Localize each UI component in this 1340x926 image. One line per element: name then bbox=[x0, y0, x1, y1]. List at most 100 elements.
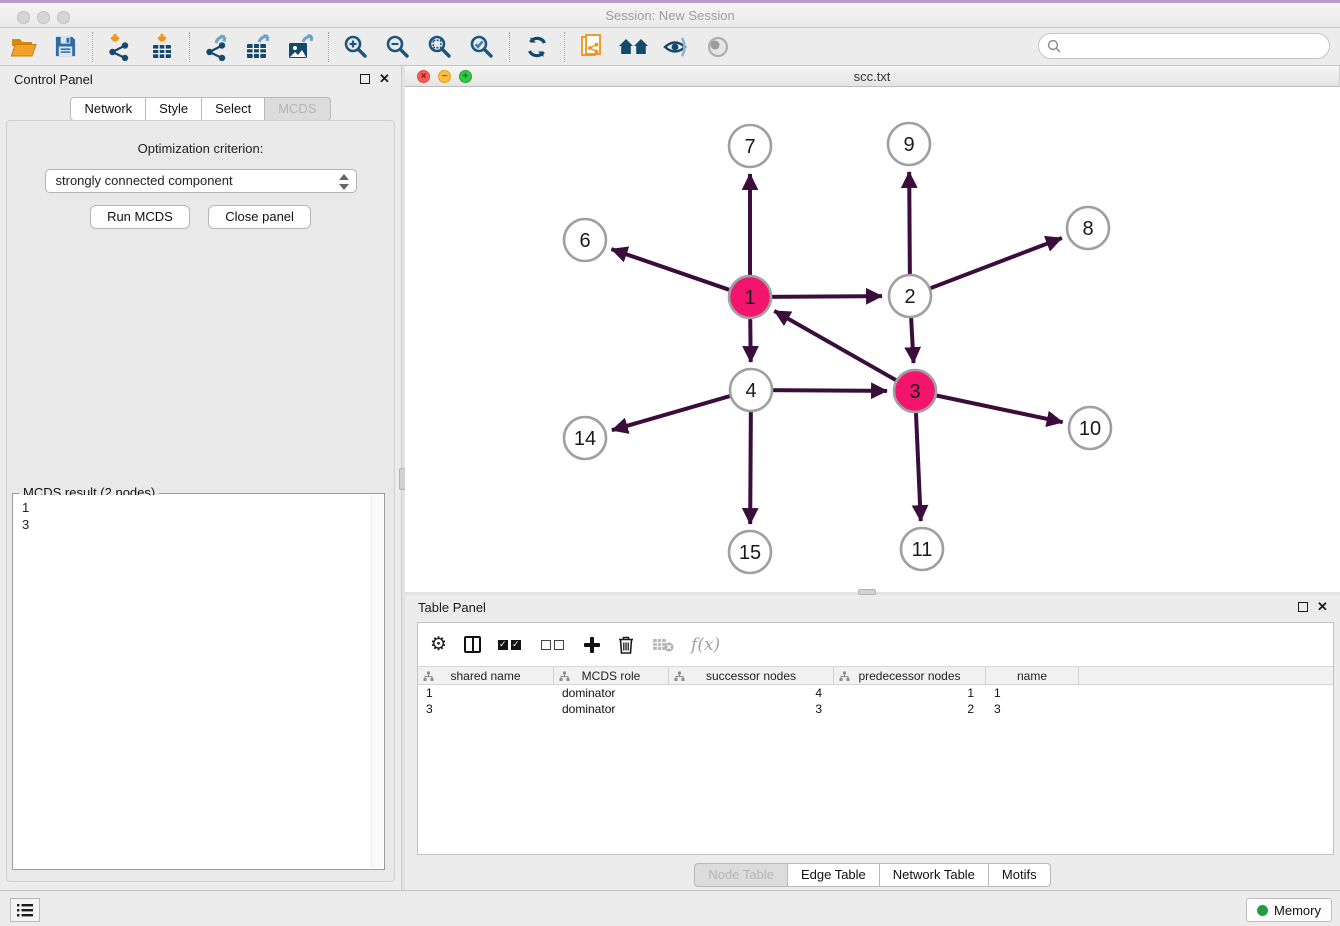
run-mcds-button[interactable]: Run MCDS bbox=[90, 205, 190, 229]
zoom-fit-icon[interactable] bbox=[423, 32, 457, 62]
table-row[interactable]: 3dominator323 bbox=[418, 701, 1333, 717]
svg-text:9: 9 bbox=[903, 134, 914, 156]
graph-edge-4-3[interactable] bbox=[768, 390, 887, 391]
deselect-all-icon[interactable] bbox=[541, 633, 567, 657]
graph-node-6[interactable]: 6 bbox=[564, 219, 606, 261]
tab-style[interactable]: Style bbox=[145, 97, 202, 121]
show-columns-icon[interactable] bbox=[464, 633, 481, 657]
float-table-panel-icon[interactable] bbox=[1298, 602, 1308, 612]
graph-node-1[interactable]: 1 bbox=[729, 276, 771, 318]
ui-console-button[interactable] bbox=[10, 898, 40, 922]
dropdown-stepper-icon bbox=[338, 173, 350, 191]
zoom-selected-icon[interactable] bbox=[465, 32, 499, 62]
table-cell[interactable]: 2 bbox=[834, 701, 986, 717]
memory-button[interactable]: Memory bbox=[1246, 898, 1332, 922]
new-network-from-file-icon[interactable] bbox=[575, 32, 609, 62]
table-cell[interactable]: 3 bbox=[418, 701, 554, 717]
network-window-title: scc.txt bbox=[405, 69, 1339, 84]
float-panel-icon[interactable] bbox=[360, 74, 370, 84]
graph-node-4[interactable]: 4 bbox=[730, 369, 772, 411]
table-cell[interactable]: dominator bbox=[554, 701, 669, 717]
refresh-layout-icon[interactable] bbox=[520, 32, 554, 62]
delete-column-trash-icon[interactable] bbox=[617, 633, 635, 657]
graph-node-15[interactable]: 15 bbox=[729, 531, 771, 573]
tab-network[interactable]: Network bbox=[70, 97, 146, 121]
mcds-result-item[interactable]: 1 bbox=[22, 499, 371, 516]
column-header-successor-nodes[interactable]: successor nodes bbox=[669, 667, 834, 684]
graph-node-8[interactable]: 8 bbox=[1067, 207, 1109, 249]
table-toolbar: ⚙ bbox=[418, 623, 1333, 666]
svg-text:10: 10 bbox=[1079, 418, 1101, 440]
table-cell[interactable]: 3 bbox=[986, 701, 1079, 717]
export-table-icon[interactable] bbox=[242, 32, 276, 62]
svg-text:8: 8 bbox=[1082, 218, 1093, 240]
close-panel-button[interactable]: Close panel bbox=[208, 205, 311, 229]
window-title: Session: New Session bbox=[0, 8, 1340, 23]
svg-text:2: 2 bbox=[904, 286, 915, 308]
table-cell[interactable]: 1 bbox=[418, 685, 554, 701]
table-settings-gear-icon[interactable]: ⚙ bbox=[430, 633, 447, 657]
open-session-icon[interactable] bbox=[6, 32, 40, 62]
table-cell[interactable]: 1 bbox=[834, 685, 986, 701]
function-builder-icon-disabled: f(x) bbox=[691, 633, 720, 657]
inactive-eye-icon bbox=[701, 32, 735, 62]
zoom-out-icon[interactable] bbox=[381, 32, 415, 62]
svg-text:7: 7 bbox=[744, 136, 755, 158]
graph-edge-3-11[interactable] bbox=[916, 408, 921, 521]
tab-network-table[interactable]: Network Table bbox=[879, 863, 989, 887]
graph-edge-2-8[interactable] bbox=[926, 238, 1062, 290]
column-header-name[interactable]: name bbox=[986, 667, 1079, 684]
tab-select[interactable]: Select bbox=[201, 97, 265, 121]
tab-motifs[interactable]: Motifs bbox=[988, 863, 1051, 887]
graph-edge-1-4[interactable] bbox=[750, 314, 751, 362]
graph-edge-4-15[interactable] bbox=[750, 407, 751, 524]
table-cell[interactable]: 4 bbox=[669, 685, 834, 701]
mcds-result-item[interactable]: 3 bbox=[22, 516, 371, 533]
graph-edge-3-10[interactable] bbox=[932, 395, 1063, 423]
import-table-icon[interactable] bbox=[145, 32, 179, 62]
graph-edge-3-1[interactable] bbox=[774, 311, 900, 383]
export-image-icon[interactable] bbox=[284, 32, 318, 62]
network-canvas[interactable]: 7 9 6 8 1 2 4 3 10 14 15 11 bbox=[405, 87, 1340, 592]
graph-node-11[interactable]: 11 bbox=[901, 528, 943, 570]
zoom-in-icon[interactable] bbox=[339, 32, 373, 62]
home-networks-icon[interactable] bbox=[617, 32, 651, 62]
main-toolbar bbox=[0, 28, 1340, 66]
graph-node-2[interactable]: 2 bbox=[889, 275, 931, 317]
svg-text:3: 3 bbox=[909, 381, 920, 403]
tab-mcds[interactable]: MCDS bbox=[264, 97, 330, 121]
close-panel-icon[interactable]: ✕ bbox=[379, 71, 390, 87]
graph-node-10[interactable]: 10 bbox=[1069, 407, 1111, 449]
column-header-predecessor-nodes[interactable]: predecessor nodes bbox=[834, 667, 986, 684]
graph-edge-4-14[interactable] bbox=[612, 395, 735, 431]
graph-node-3[interactable]: 3 bbox=[894, 370, 936, 412]
table-row[interactable]: 1dominator411 bbox=[418, 685, 1333, 701]
search-input[interactable] bbox=[1038, 33, 1330, 59]
graph-node-7[interactable]: 7 bbox=[729, 125, 771, 167]
node-table-container: ⚙ bbox=[417, 622, 1334, 855]
add-column-icon[interactable] bbox=[584, 633, 600, 657]
graph-node-14[interactable]: 14 bbox=[564, 417, 606, 459]
export-network-icon[interactable] bbox=[200, 32, 234, 62]
table-cell[interactable]: dominator bbox=[554, 685, 669, 701]
hide-panels-eye-icon[interactable] bbox=[659, 32, 693, 62]
column-header-shared-name[interactable]: shared name bbox=[418, 667, 554, 684]
column-header-MCDS-role[interactable]: MCDS role bbox=[554, 667, 669, 684]
control-panel: Control Panel ✕ NetworkStyleSelectMCDS O… bbox=[0, 66, 401, 890]
import-network-icon[interactable] bbox=[103, 32, 137, 62]
graph-node-9[interactable]: 9 bbox=[888, 123, 930, 165]
criterion-dropdown[interactable]: strongly connected component bbox=[45, 169, 357, 193]
table-cell[interactable]: 1 bbox=[986, 685, 1079, 701]
tab-edge-table[interactable]: Edge Table bbox=[787, 863, 880, 887]
table-cell[interactable]: 3 bbox=[669, 701, 834, 717]
close-table-panel-icon[interactable]: ✕ bbox=[1317, 599, 1328, 615]
graph-edge-1-6[interactable] bbox=[611, 249, 733, 291]
save-session-icon[interactable] bbox=[48, 32, 82, 62]
select-all-icon[interactable] bbox=[498, 633, 524, 657]
graph-edge-2-9[interactable] bbox=[909, 172, 910, 279]
mcds-result-list[interactable]: 13 bbox=[14, 495, 371, 868]
tab-node-table[interactable]: Node Table bbox=[694, 863, 788, 887]
graph-edge-2-3[interactable] bbox=[911, 313, 914, 363]
result-scrollbar[interactable] bbox=[371, 495, 383, 868]
graph-edge-1-2[interactable] bbox=[767, 296, 882, 297]
